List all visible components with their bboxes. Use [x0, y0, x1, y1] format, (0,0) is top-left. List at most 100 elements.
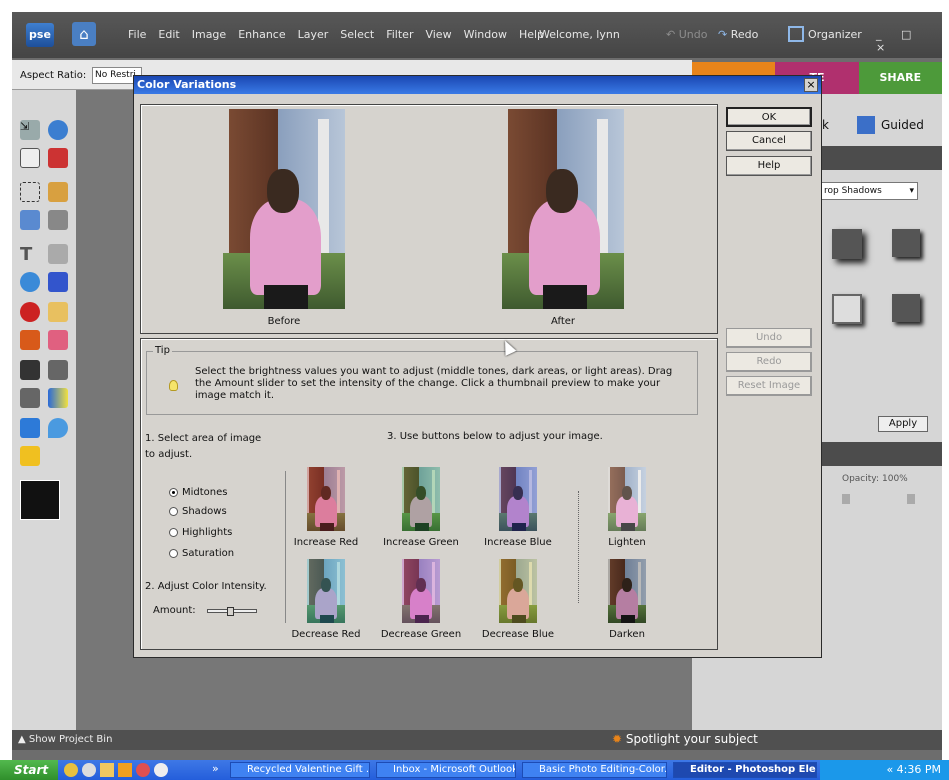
show-project-bin[interactable]: ▲ Show Project Bin [18, 734, 112, 745]
effect-thumb-1[interactable] [832, 229, 862, 259]
guided-button[interactable]: Guided [857, 116, 924, 134]
undo-button[interactable]: ↶ Undo [666, 28, 707, 41]
pse-logo: pse [26, 23, 54, 47]
help-button[interactable]: Help [726, 156, 812, 176]
menu-enhance[interactable]: Enhance [232, 28, 291, 41]
gradient-tool-icon[interactable] [48, 388, 68, 408]
variation-darken-label: Darken [609, 629, 645, 640]
brush-tool-icon[interactable] [20, 360, 40, 380]
variation-decrease-blue-label: Decrease Blue [481, 629, 555, 640]
variation-lighten-thumbnail[interactable] [608, 467, 646, 531]
eraser-icon[interactable] [48, 330, 68, 350]
effect-thumb-2[interactable] [892, 229, 920, 257]
healing-brush-icon[interactable] [48, 302, 68, 322]
reset-image-button[interactable]: Reset Image [726, 376, 812, 396]
home-icon[interactable]: ⌂ [72, 22, 96, 46]
menu-file[interactable]: File [122, 28, 152, 41]
ok-button[interactable]: OK [726, 107, 812, 127]
variation-darken-thumbnail[interactable] [608, 559, 646, 623]
organizer-button[interactable]: Organizer [788, 26, 862, 42]
aspect-ratio-label: Aspect Ratio: [20, 70, 87, 81]
layer-trash-icon[interactable] [907, 494, 915, 504]
ie-icon[interactable] [64, 763, 78, 777]
opacity-label: Opacity: [842, 474, 879, 484]
sponge-tool-icon[interactable] [20, 446, 40, 466]
redo-button[interactable]: ↷ Redo [718, 28, 758, 41]
foreground-color-swatch[interactable] [20, 480, 60, 520]
effects-dropdown[interactable]: rop Shadows ▾ [820, 182, 918, 200]
variation-increase-red-thumbnail[interactable] [307, 467, 345, 531]
more-icon[interactable]: » [212, 762, 219, 775]
move-tool-icon[interactable]: ⇲ [20, 120, 40, 140]
clone-stamp-icon[interactable] [20, 330, 40, 350]
task-photo-editing[interactable]: Basic Photo Editing-Color... [522, 762, 667, 778]
redo-button[interactable]: Redo [726, 352, 812, 372]
opacity-value[interactable]: 100% [882, 474, 908, 484]
apply-button[interactable]: Apply [878, 416, 928, 432]
redo-icon: ↷ [718, 28, 728, 41]
selection-brush-icon[interactable] [48, 210, 68, 230]
menu-layer[interactable]: Layer [292, 28, 335, 41]
marquee-tool-icon[interactable] [20, 182, 40, 202]
paint-bucket-icon[interactable] [20, 388, 40, 408]
radio-dot [169, 488, 178, 497]
type-tool-icon[interactable]: T [20, 244, 40, 265]
amount-slider[interactable] [207, 607, 257, 616]
firefox-icon[interactable] [154, 763, 168, 777]
undo-button[interactable]: Undo [726, 328, 812, 348]
spotlight-icon: ✹ [612, 732, 623, 746]
tray-chevron[interactable]: « [886, 763, 893, 776]
cancel-button[interactable]: Cancel [726, 131, 812, 151]
layer-lock-icon[interactable] [842, 494, 850, 504]
effect-thumb-4[interactable] [892, 294, 920, 322]
effect-thumb-3[interactable] [832, 294, 862, 324]
zoom-tool-icon[interactable] [48, 120, 68, 140]
crop-tool-icon[interactable] [48, 244, 68, 264]
lasso-tool-icon[interactable] [48, 182, 68, 202]
outlook-icon[interactable] [82, 763, 96, 777]
red-eye-icon[interactable] [20, 302, 40, 322]
hand-tool-icon[interactable] [20, 148, 40, 168]
radio-midtones[interactable]: Midtones [169, 487, 228, 498]
variation-decrease-green-thumbnail[interactable] [402, 559, 440, 623]
menu-filter[interactable]: Filter [380, 28, 419, 41]
shape-tool-icon[interactable] [20, 418, 40, 438]
variation-decrease-green-label: Decrease Green [380, 629, 462, 640]
menu-image[interactable]: Image [186, 28, 232, 41]
variation-decrease-red-thumbnail[interactable] [307, 559, 345, 623]
task-valentine[interactable]: Recycled Valentine Gift ... [230, 762, 370, 778]
close-icon[interactable]: × [804, 78, 818, 92]
start-button[interactable]: Start [0, 760, 58, 780]
variation-tint [307, 467, 345, 531]
magic-wand-icon[interactable] [20, 210, 40, 230]
radio-highlights[interactable]: Highlights [169, 527, 232, 538]
straighten-tool-icon[interactable] [48, 272, 68, 292]
eyedropper-icon[interactable] [48, 148, 68, 168]
person-pants [543, 285, 588, 309]
quick-launch [64, 763, 168, 777]
step2-label: 2. Adjust Color Intensity. [145, 581, 267, 592]
variation-lighten-label: Lighten [608, 537, 646, 548]
menu-view[interactable]: View [419, 28, 457, 41]
windows-taskbar: Start » Recycled Valentine Gift ... Inbo… [0, 760, 949, 780]
radio-label: Saturation [182, 548, 235, 559]
radio-saturation[interactable]: Saturation [169, 548, 234, 559]
task-outlook[interactable]: Inbox - Microsoft Outlook [376, 762, 516, 778]
variation-increase-blue-thumbnail[interactable] [499, 467, 537, 531]
window-controls[interactable]: _ □ × [876, 28, 942, 54]
menu-window[interactable]: Window [458, 28, 513, 41]
amount-slider-thumb[interactable] [227, 607, 234, 616]
task-photoshop[interactable]: Editor - Photoshop Ele... [673, 762, 817, 778]
media-icon[interactable] [136, 763, 150, 777]
cookie-cutter-icon[interactable] [20, 272, 40, 292]
tab-share[interactable]: SHARE [858, 62, 942, 94]
variation-decrease-blue-thumbnail[interactable] [499, 559, 537, 623]
menu-select[interactable]: Select [334, 28, 380, 41]
variation-increase-green-thumbnail[interactable] [402, 467, 440, 531]
menu-edit[interactable]: Edit [152, 28, 185, 41]
snagit-icon[interactable] [118, 763, 132, 777]
folder-icon[interactable] [100, 763, 114, 777]
radio-shadows[interactable]: Shadows [169, 506, 227, 517]
blur-tool-icon[interactable] [48, 418, 68, 438]
smart-brush-icon[interactable] [48, 360, 68, 380]
